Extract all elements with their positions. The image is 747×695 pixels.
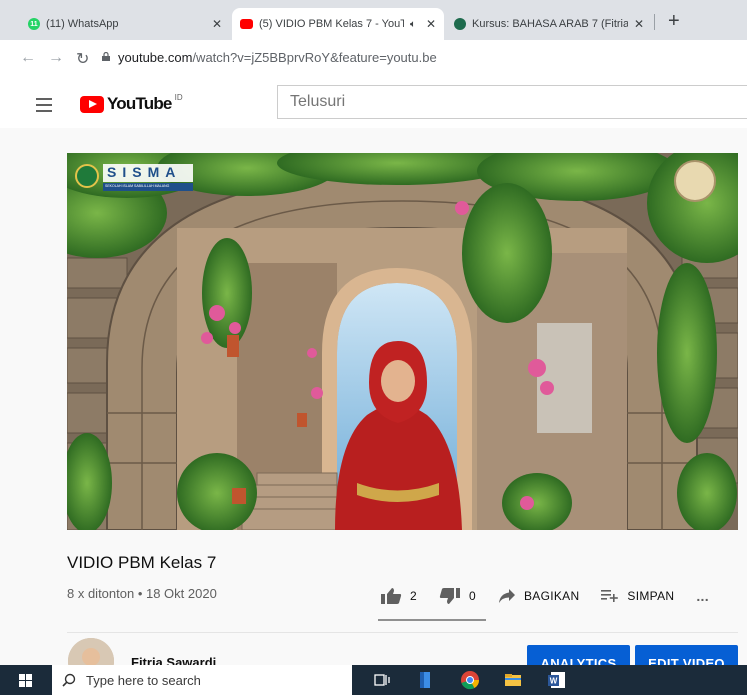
back-arrow-icon[interactable]: ← (20, 49, 36, 67)
save-label: SIMPAN (627, 589, 675, 603)
divider (67, 632, 738, 633)
search-box (277, 85, 747, 119)
sisma-logo-text: SISMA (107, 164, 182, 180)
taskbar-search[interactable]: Type here to search (52, 665, 352, 695)
moodle-icon (454, 18, 466, 30)
tab-kursus[interactable]: Kursus: BAHASA ARAB 7 (Fitria, S ✕ (446, 8, 652, 40)
tab-title: (11) WhatsApp (46, 18, 119, 30)
chrome-icon[interactable] (460, 670, 480, 690)
dislike-button[interactable]: 0 (439, 587, 476, 605)
new-tab-button[interactable]: + (668, 10, 680, 33)
browser-tab-strip: 11 (11) WhatsApp ✕ (5) VIDIO PBM Kelas 7… (0, 0, 747, 40)
share-label: BAGIKAN (523, 589, 580, 603)
svg-text:W: W (550, 677, 558, 686)
search-input[interactable] (278, 86, 747, 118)
save-button[interactable]: SIMPAN (601, 589, 674, 603)
like-ratio-bar (378, 619, 486, 621)
youtube-header: YouTube ID (0, 78, 747, 128)
menu-icon[interactable] (36, 98, 52, 116)
youtube-logo[interactable]: YouTube ID (80, 92, 183, 114)
video-actions: 2 0 BAGIKAN SIMPAN ... (380, 583, 709, 609)
tab-title: (5) VIDIO PBM Kelas 7 - YouT (259, 18, 404, 30)
windows-start-icon[interactable] (19, 674, 32, 687)
like-count: 2 (410, 589, 417, 603)
thumbs-down-icon (439, 588, 460, 604)
sisma-logo: SISMA SEKOLAH ISLAM SABILILLAH MALANG (75, 158, 195, 198)
tab-title: Kursus: BAHASA ARAB 7 (Fitria, S (472, 18, 628, 30)
whatsapp-icon: 11 (28, 18, 40, 30)
url-path: /watch?v=jZ5BBprvRoY&feature=youtu.be (192, 50, 437, 65)
task-view-icon[interactable] (372, 670, 392, 690)
url-field[interactable]: youtube.com/watch?v=jZ5BBprvRoY&feature=… (118, 50, 437, 65)
youtube-play-icon (80, 95, 104, 113)
video-meta: 8 x ditonton • 18 Okt 2020 (67, 586, 217, 601)
tab-whatsapp[interactable]: 11 (11) WhatsApp ✕ (20, 8, 230, 40)
close-tab-icon[interactable]: ✕ (426, 17, 436, 31)
video-frame-scene (67, 153, 738, 530)
close-tab-icon[interactable]: ✕ (634, 17, 644, 31)
file-explorer-icon[interactable] (415, 670, 435, 690)
address-bar: ← → ↻ youtube.com/watch?v=jZ5BBprvRoY&fe… (0, 40, 747, 79)
like-button[interactable]: 2 (380, 587, 417, 605)
taskbar-search-placeholder: Type here to search (86, 672, 201, 688)
sisma-logo-subtext: SEKOLAH ISLAM SABILILLAH MALANG (105, 184, 170, 188)
video-title: VIDIO PBM Kelas 7 (67, 553, 217, 572)
tab-youtube-video[interactable]: (5) VIDIO PBM Kelas 7 - YouT 🔈︎ ✕ (232, 8, 444, 40)
search-icon (62, 673, 76, 687)
reload-icon[interactable]: ↻ (76, 49, 89, 69)
speaker-icon[interactable]: 🔈︎ (410, 19, 416, 30)
dislike-count: 0 (468, 589, 476, 603)
more-icon: ... (696, 588, 709, 604)
tab-separator (654, 14, 655, 30)
windows-taskbar: Type here to search W (0, 665, 747, 695)
lock-icon[interactable] (102, 52, 110, 61)
video-player[interactable]: SISMA SEKOLAH ISLAM SABILILLAH MALANG (67, 153, 738, 530)
folder-icon[interactable] (503, 670, 523, 690)
thumbs-up-icon (381, 588, 402, 604)
word-icon[interactable]: W (547, 670, 567, 690)
youtube-icon (240, 19, 253, 29)
playlist-add-icon (601, 590, 619, 602)
more-actions-button[interactable]: ... (696, 588, 709, 604)
url-host: youtube.com (118, 50, 193, 65)
logo-text: YouTube (107, 94, 172, 113)
share-button[interactable]: BAGIKAN (498, 588, 579, 604)
share-icon (498, 589, 515, 603)
country-code: ID (174, 92, 183, 102)
close-tab-icon[interactable]: ✕ (212, 17, 222, 31)
forward-arrow-icon[interactable]: → (48, 49, 64, 67)
